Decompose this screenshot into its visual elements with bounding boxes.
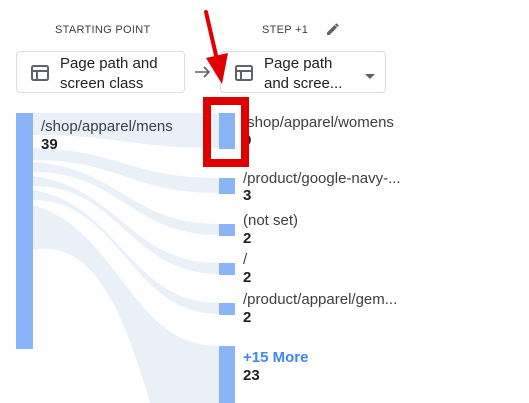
step-node-bar[interactable]	[219, 263, 235, 275]
source-node-label[interactable]: /shop/apparel/mens	[41, 118, 173, 135]
step-node-bar[interactable]	[219, 303, 235, 315]
step-node-bar[interactable]	[219, 224, 235, 236]
step-node-label[interactable]: /product/apparel/gem...	[243, 291, 397, 308]
step-node-value: 23	[243, 367, 260, 384]
step-node-label[interactable]: (not set)	[243, 212, 298, 229]
step-node-value: 2	[243, 309, 252, 326]
step-node-bar[interactable]	[219, 178, 235, 194]
source-node-value: 39	[41, 136, 58, 153]
source-node-bar[interactable]	[16, 113, 33, 349]
step-node-label[interactable]: /product/google-navy-...	[243, 170, 401, 187]
step-node-value: 2	[243, 230, 252, 247]
red-arrow-icon	[204, 10, 228, 84]
step-node-bar[interactable]	[219, 346, 235, 403]
flow-bands	[33, 113, 219, 403]
highlight-box	[203, 97, 249, 167]
step-node-value: 3	[243, 187, 252, 204]
more-link[interactable]: +15 More	[243, 349, 308, 366]
step-node-label[interactable]: /shop/apparel/womens	[243, 114, 394, 131]
step-node-value: 2	[243, 269, 252, 286]
step-node-label[interactable]: /	[243, 251, 247, 268]
